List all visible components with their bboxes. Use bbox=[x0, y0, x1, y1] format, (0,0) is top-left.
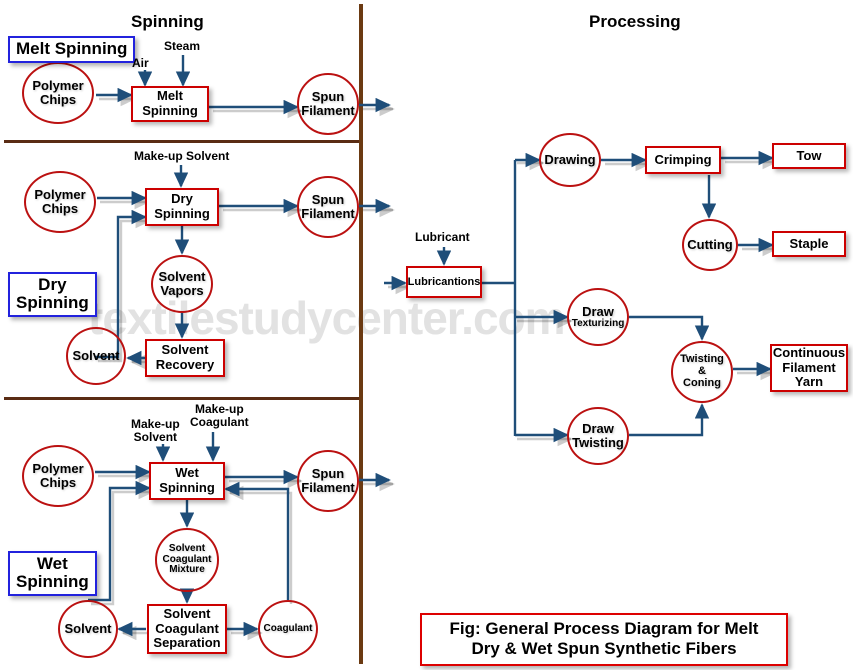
circle-solvent-vapors: Solvent Vapors bbox=[151, 255, 213, 313]
figure-caption: Fig: General Process Diagram for Melt Dr… bbox=[420, 613, 788, 666]
box-label-line3: Separation bbox=[153, 635, 221, 651]
circle-solvent-dry: Solvent bbox=[66, 327, 126, 385]
circle-polymer-chips-wet: Polymer Chips bbox=[22, 445, 94, 507]
divider-spinning-processing bbox=[359, 4, 363, 664]
box-label-line1: Continuous bbox=[772, 345, 846, 361]
label-makeup-coagulant-wet: Make-up Coagulant bbox=[190, 402, 249, 430]
box-label-line2: Recovery bbox=[155, 357, 215, 372]
box-label: Tow bbox=[796, 147, 822, 163]
box-label: Lubricantions bbox=[407, 275, 481, 288]
circle-label-line1: Polymer bbox=[32, 77, 84, 93]
circle-label-line2: Vapors bbox=[160, 283, 204, 298]
circle-label-line1: Polymer bbox=[32, 460, 84, 476]
box-label: Staple bbox=[789, 235, 829, 251]
label-line2: Coagulant bbox=[190, 415, 249, 430]
box-solvent-coagulant-separation: Solvent Coagulant Separation bbox=[147, 604, 227, 654]
box-label-line1: Solvent bbox=[163, 606, 211, 622]
box-label-line2: Spinning bbox=[159, 480, 215, 495]
box-lubrications: Lubricantions bbox=[406, 266, 482, 298]
box-label-line1: Dry bbox=[171, 191, 193, 207]
circle-label-line1: Solvent bbox=[158, 268, 206, 284]
section-tag-dry-spinning: Dry Spinning bbox=[8, 272, 97, 317]
caption-line2: Dry & Wet Spun Synthetic Fibers bbox=[471, 639, 737, 659]
box-wet-spinning: Wet Spinning bbox=[149, 462, 225, 500]
box-tow: Tow bbox=[772, 143, 846, 169]
circle-label-line3: Mixture bbox=[169, 564, 205, 576]
circle-twisting-coning: Twisting & Coning bbox=[671, 341, 733, 403]
circle-draw-twisting: Draw Twisting bbox=[567, 407, 629, 465]
circle-spun-filament-dry: Spun Filament bbox=[297, 176, 359, 238]
label-air: Air bbox=[132, 56, 149, 70]
label-line2: Solvent bbox=[133, 430, 178, 445]
circle-label-line1: Draw bbox=[582, 420, 614, 436]
label-steam: Steam bbox=[164, 39, 201, 53]
box-continuous-filament-yarn: Continuous Filament Yarn bbox=[770, 344, 848, 392]
section-tag-line2: Spinning bbox=[16, 292, 89, 312]
section-tag-melt-spinning: Melt Spinning bbox=[8, 36, 136, 63]
circle-label-line2: Twisting bbox=[572, 435, 624, 450]
label-lubricant: Lubricant bbox=[415, 230, 470, 244]
column-title-processing: Processing bbox=[589, 12, 681, 31]
circle-polymer-chips-melt: Polymer Chips bbox=[22, 62, 94, 124]
divider-dry-wet bbox=[4, 397, 361, 400]
circle-label: Cutting bbox=[687, 236, 733, 252]
circle-label-line1: Polymer bbox=[34, 186, 86, 202]
circle-draw-texturizing: Draw Texturizing bbox=[567, 288, 629, 346]
box-dry-spinning: Dry Spinning bbox=[145, 188, 219, 226]
box-crimping: Crimping bbox=[645, 146, 721, 174]
circle-label-line2: Chips bbox=[41, 201, 79, 216]
circle-polymer-chips-dry: Polymer Chips bbox=[24, 171, 96, 233]
circle-drawing: Drawing bbox=[539, 133, 601, 187]
box-label-line3: Yarn bbox=[794, 374, 824, 390]
circle-label-line2: Filament bbox=[301, 480, 355, 495]
circle-label-line1: Spun bbox=[311, 465, 345, 481]
circle-label-line2: Filament bbox=[301, 103, 355, 118]
label-makeup-solvent-wet: Make-up Solvent bbox=[131, 417, 180, 445]
box-label-line1: Solvent bbox=[161, 342, 209, 358]
box-solvent-recovery: Solvent Recovery bbox=[145, 339, 225, 377]
caption-line1: Fig: General Process Diagram for Melt bbox=[449, 619, 759, 638]
circle-label: Solvent bbox=[72, 347, 120, 363]
section-tag-line1: Wet bbox=[36, 554, 68, 573]
box-label: Crimping bbox=[654, 151, 712, 167]
column-title-spinning: Spinning bbox=[131, 12, 204, 31]
circle-cutting: Cutting bbox=[682, 219, 738, 271]
circle-label: Coagulant bbox=[263, 622, 313, 634]
circle-label-line2: Chips bbox=[39, 475, 77, 490]
box-melt-spinning: Melt Spinning bbox=[131, 86, 209, 122]
section-tag-line1: Dry bbox=[38, 275, 67, 294]
circle-label-line2: Chips bbox=[39, 92, 77, 107]
label-makeup-solvent-dry: Make-up Solvent bbox=[134, 149, 230, 163]
circle-solvent-wet: Solvent bbox=[58, 600, 118, 658]
circle-label-line2: Texturizing bbox=[571, 317, 625, 329]
section-tag-wet-spinning: Wet Spinning bbox=[8, 551, 97, 596]
circle-label: Solvent bbox=[64, 620, 112, 636]
circle-label-line1: Spun bbox=[311, 88, 345, 104]
box-staple: Staple bbox=[772, 231, 846, 257]
circle-solvent-coagulant-mixture: Solvent Coagulant Mixture bbox=[155, 528, 219, 592]
circle-spun-filament-wet: Spun Filament bbox=[297, 450, 359, 512]
circle-label: Drawing bbox=[544, 151, 596, 167]
box-label-line2: Filament bbox=[782, 359, 836, 375]
circle-label-line2: Filament bbox=[301, 206, 355, 221]
box-label-line2: Coagulant bbox=[155, 620, 219, 636]
circle-label-line1: Solvent bbox=[168, 542, 206, 554]
circle-label-line1: Draw bbox=[582, 303, 614, 319]
divider-melt-dry bbox=[4, 140, 361, 143]
circle-label-line1: Spun bbox=[311, 191, 345, 207]
circle-label-line3: Coning bbox=[683, 376, 721, 389]
box-label-line1: Wet bbox=[175, 465, 199, 481]
section-tag-line2: Spinning bbox=[16, 571, 89, 591]
box-label-line2: Spinning bbox=[154, 206, 210, 221]
box-label-line1: Melt bbox=[156, 88, 183, 104]
circle-spun-filament-melt: Spun Filament bbox=[297, 73, 359, 135]
box-label-line2: Spinning bbox=[142, 103, 198, 118]
circle-coagulant-wet: Coagulant bbox=[258, 600, 318, 658]
process-diagram: textilestudycenter.com Spinning Processi… bbox=[0, 0, 853, 670]
